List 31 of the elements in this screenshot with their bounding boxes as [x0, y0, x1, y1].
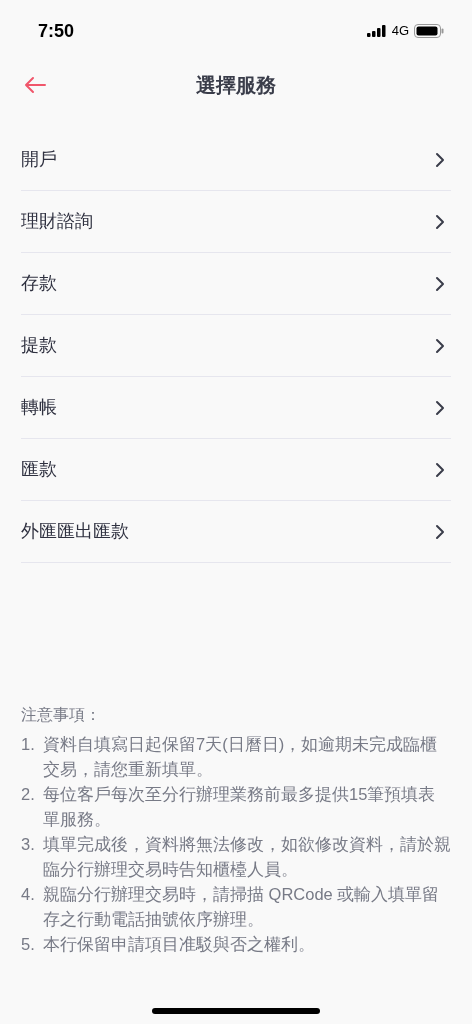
service-item[interactable]: 轉帳 — [21, 377, 451, 439]
battery-icon — [414, 24, 444, 38]
note-text: 填單完成後，資料將無法修改，如欲修改資料，請於親臨分行辦理交易時告知櫃檯人員。 — [43, 834, 451, 880]
note-text: 資料自填寫日起保留7天(日曆日)，如逾期未完成臨櫃交易，請您重新填單。 — [43, 734, 439, 780]
service-item[interactable]: 提款 — [21, 315, 451, 377]
service-item[interactable]: 匯款 — [21, 439, 451, 501]
note-text: 本行保留申請項目准駁與否之權利。 — [43, 934, 316, 955]
note-number: 2. — [21, 784, 36, 805]
note-number: 3. — [21, 834, 36, 855]
back-arrow-icon — [24, 76, 46, 94]
chevron-right-icon — [435, 399, 445, 416]
notes-title: 注意事項： — [21, 705, 102, 725]
chevron-right-icon — [435, 275, 445, 292]
service-item[interactable]: 開戶 — [21, 129, 451, 191]
status-time: 7:50 — [38, 19, 75, 43]
signal-icon — [366, 25, 387, 37]
chevron-right-icon — [435, 461, 445, 478]
note-number: 4. — [21, 884, 36, 905]
note-number: 5. — [21, 934, 36, 955]
page-title: 選擇服務 — [196, 73, 276, 98]
note-number: 1. — [21, 734, 36, 755]
chevron-right-icon — [435, 213, 445, 230]
service-item[interactable]: 外匯匯出匯款 — [21, 501, 451, 563]
network-label: 4G — [391, 22, 409, 41]
service-item[interactable]: 存款 — [21, 253, 451, 315]
note-text: 親臨分行辦理交易時，請掃描 QRCode 或輸入填單留存之行動電話抽號依序辦理。 — [43, 884, 441, 930]
chevron-right-icon — [435, 151, 445, 168]
chevron-right-icon — [435, 523, 445, 540]
chevron-right-icon — [435, 337, 445, 354]
service-item[interactable]: 理財諮詢 — [21, 191, 451, 253]
note-text: 每位客戶每次至分行辦理業務前最多提供15筆預填表單服務。 — [43, 784, 437, 830]
